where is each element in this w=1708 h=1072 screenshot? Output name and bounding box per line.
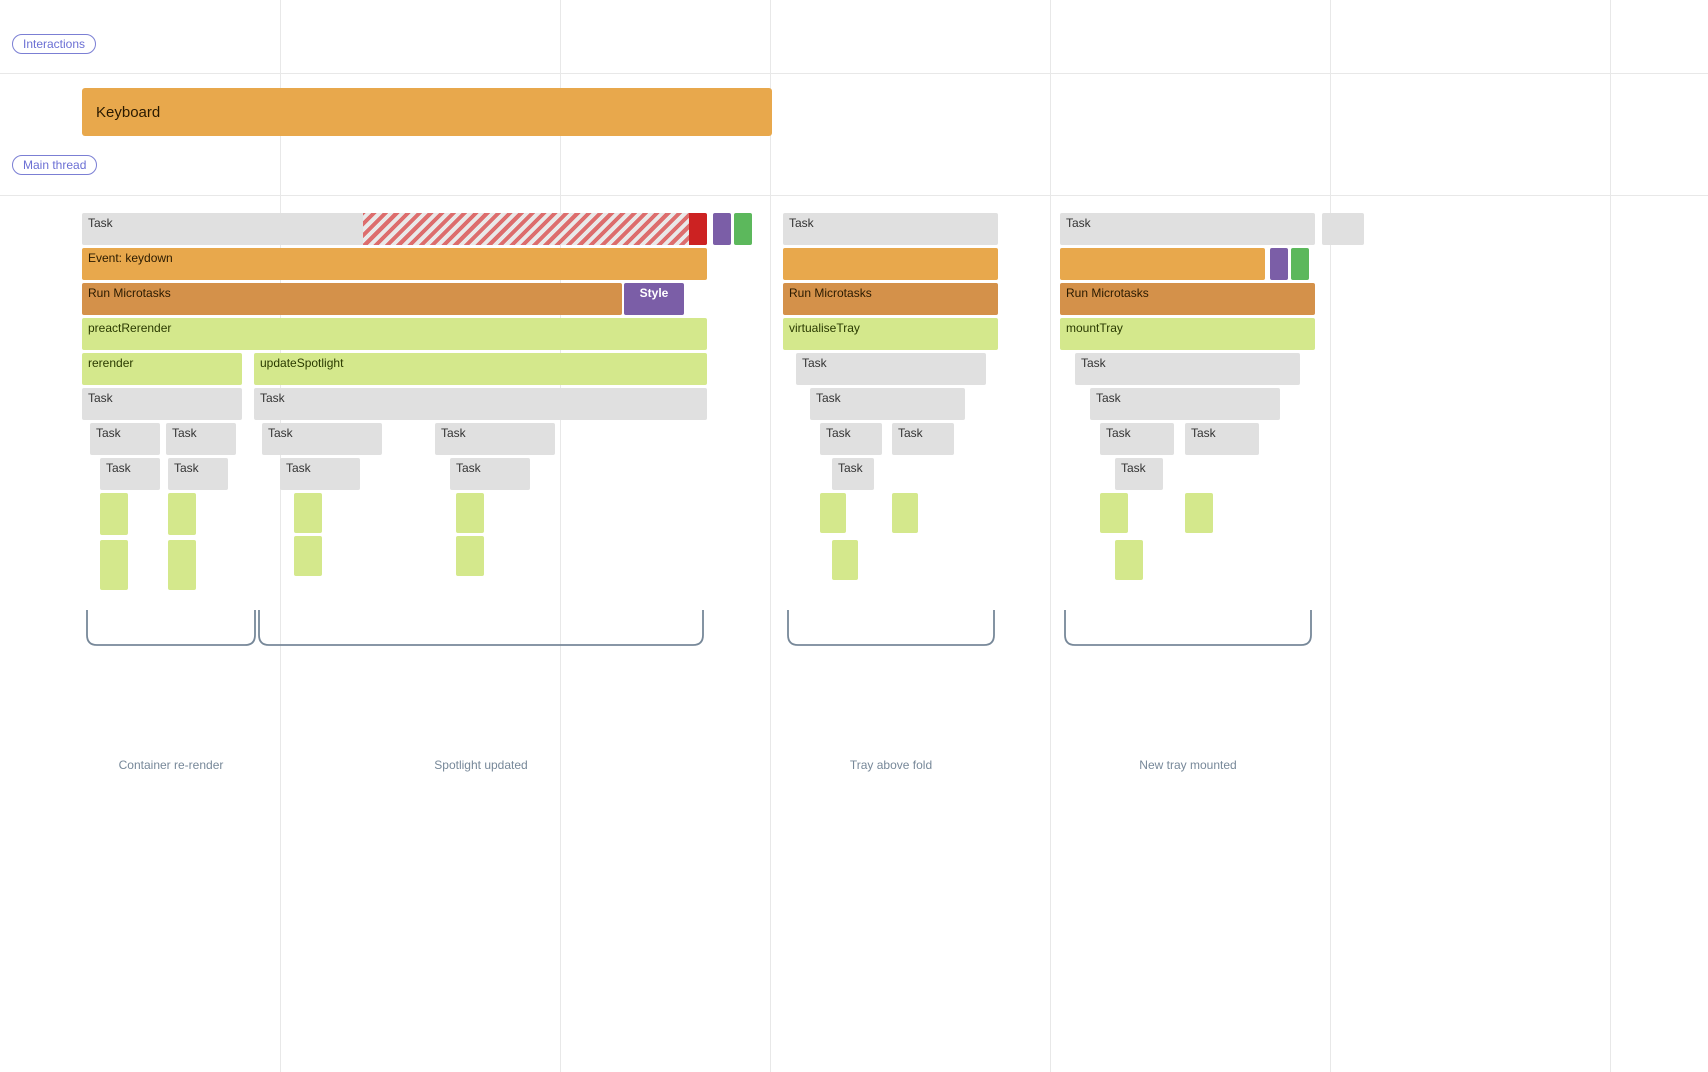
green-mt1 bbox=[1100, 493, 1128, 533]
main-thread-label[interactable]: Main thread bbox=[12, 155, 97, 175]
bracket-spotlight-updated bbox=[254, 605, 708, 655]
task-mt-ss2: Task bbox=[1185, 423, 1259, 455]
orange-2 bbox=[783, 248, 998, 280]
bracket-tray-above bbox=[783, 605, 999, 655]
spotlight-updated-label: Spotlight updated bbox=[254, 758, 708, 772]
green-deep-rr2 bbox=[168, 493, 196, 535]
green-deep-rr1 bbox=[100, 493, 128, 535]
task-mt-ss1: Task bbox=[1100, 423, 1174, 455]
green-mt2 bbox=[1185, 493, 1213, 533]
green-deep-rr4 bbox=[168, 540, 196, 590]
task-vt-1: Task bbox=[796, 353, 986, 385]
task-rr-1: Task bbox=[90, 423, 160, 455]
bracket-container-rerender bbox=[82, 605, 260, 655]
style-button[interactable]: Style bbox=[624, 283, 684, 315]
task-rr-sub1: Task bbox=[100, 458, 160, 490]
green-vt1 bbox=[820, 493, 846, 533]
tray-above-fold-label: Tray above fold bbox=[783, 758, 999, 772]
run-microtasks-2: Run Microtasks bbox=[783, 283, 998, 315]
task-rerender-sub: Task bbox=[82, 388, 242, 420]
main-thread-pill[interactable]: Main thread bbox=[12, 155, 97, 175]
green-deep-us1 bbox=[294, 493, 322, 533]
orange-3 bbox=[1060, 248, 1265, 280]
task-block-1: Task bbox=[82, 213, 707, 245]
event-keydown-block: Event: keydown bbox=[82, 248, 707, 280]
interactions-label[interactable]: Interactions bbox=[12, 34, 96, 54]
task-spotlight-sub: Task bbox=[254, 388, 707, 420]
green-vt3 bbox=[832, 540, 858, 580]
green-deep-us4 bbox=[456, 536, 484, 576]
run-microtasks-3: Run Microtasks bbox=[1060, 283, 1315, 315]
rerender-block: rerender bbox=[82, 353, 242, 385]
task-us-sub2: Task bbox=[450, 458, 530, 490]
task-us-1: Task bbox=[262, 423, 382, 455]
sq-green-1 bbox=[734, 213, 752, 245]
keyboard-bar: Keyboard bbox=[82, 88, 772, 136]
task-mt-sss: Task bbox=[1115, 458, 1163, 490]
interactions-pill[interactable]: Interactions bbox=[12, 34, 96, 54]
mount-tray-block: mountTray bbox=[1060, 318, 1315, 350]
run-microtasks-left: Run Microtasks bbox=[82, 283, 622, 315]
small-squares-task3 bbox=[1270, 248, 1309, 280]
update-spotlight-block: updateSpotlight bbox=[254, 353, 707, 385]
green-mt3 bbox=[1115, 540, 1143, 580]
new-tray-mounted-label: New tray mounted bbox=[1060, 758, 1316, 772]
container-rerender-label: Container re-render bbox=[82, 758, 260, 772]
green-deep-rr3 bbox=[100, 540, 128, 590]
task-rr-sub2: Task bbox=[168, 458, 228, 490]
task-mt-sub: Task bbox=[1090, 388, 1280, 420]
task-rr-2: Task bbox=[166, 423, 236, 455]
task-vt-sss: Task bbox=[832, 458, 874, 490]
small-squares-task1 bbox=[713, 213, 752, 245]
green-vt2 bbox=[892, 493, 918, 533]
sq-purple-3 bbox=[1270, 248, 1288, 280]
grid-overlay bbox=[0, 0, 1708, 1072]
virtualise-tray-block: virtualiseTray bbox=[783, 318, 998, 350]
task-us-2: Task bbox=[435, 423, 555, 455]
preact-rerender-block: preactRerender bbox=[82, 318, 707, 350]
task-vt-ss2: Task bbox=[892, 423, 954, 455]
green-deep-us2 bbox=[456, 493, 484, 533]
task-us-sub1: Task bbox=[280, 458, 360, 490]
task-block-3-right bbox=[1322, 213, 1364, 245]
main-container: Interactions Keyboard Main thread Task E… bbox=[0, 0, 1708, 1072]
bracket-new-tray bbox=[1060, 605, 1316, 655]
task-vt-sub: Task bbox=[810, 388, 965, 420]
sq-green-3 bbox=[1291, 248, 1309, 280]
task-hatched-overlay bbox=[363, 213, 707, 245]
green-deep-us3 bbox=[294, 536, 322, 576]
keyboard-label: Keyboard bbox=[96, 104, 160, 121]
task-hatched-cap bbox=[689, 213, 707, 245]
task-mt-1: Task bbox=[1075, 353, 1300, 385]
task-block-3: Task bbox=[1060, 213, 1315, 245]
task-vt-ss1: Task bbox=[820, 423, 882, 455]
task-block-2: Task bbox=[783, 213, 998, 245]
sq-purple-1 bbox=[713, 213, 731, 245]
